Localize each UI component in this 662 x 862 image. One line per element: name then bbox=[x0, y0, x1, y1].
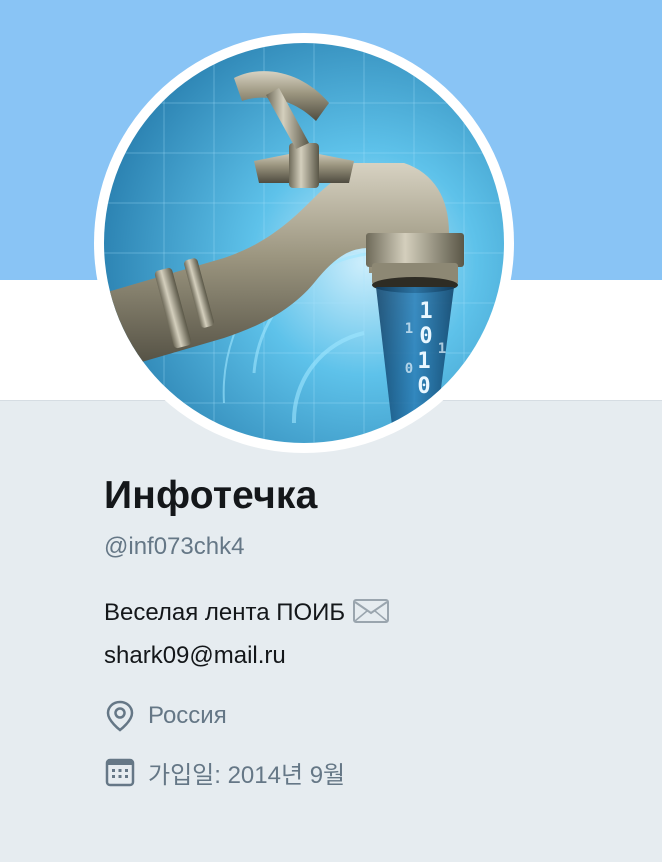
envelope-icon bbox=[353, 596, 390, 636]
bio-text: Веселая лента ПОИБ bbox=[104, 599, 346, 626]
calendar-icon bbox=[104, 756, 136, 788]
avatar-image: 1 0 1 0 1 0 1 0 bbox=[104, 43, 504, 443]
map-pin-icon bbox=[104, 700, 136, 732]
avatar-digit: 0 bbox=[417, 374, 430, 399]
profile-bio: Веселая лента ПОИБ shark09@mail.ru bbox=[104, 593, 624, 676]
avatar-digit: 0 bbox=[405, 361, 413, 377]
avatar-digit: 1 bbox=[438, 341, 446, 357]
location-text: Россия bbox=[148, 702, 227, 729]
avatar[interactable]: 1 0 1 0 1 0 1 0 bbox=[104, 43, 504, 443]
avatar-digit: 0 bbox=[419, 324, 432, 349]
profile-handle[interactable]: @inf073chk4 bbox=[104, 533, 244, 561]
avatar-border: 1 0 1 0 1 0 1 0 bbox=[94, 33, 514, 453]
bio-email-link[interactable]: shark09@mail.ru bbox=[104, 636, 624, 676]
profile-location: Россия bbox=[104, 698, 227, 734]
profile-join-date: 가입일: 2014년 9월 bbox=[104, 754, 345, 790]
join-date-text: 가입일: 2014년 9월 bbox=[148, 761, 346, 789]
avatar-digit: 1 bbox=[419, 299, 432, 324]
avatar-digit: 1 bbox=[405, 321, 413, 337]
bio-line: Веселая лента ПОИБ bbox=[104, 593, 624, 636]
profile-display-name[interactable]: Инфотечка bbox=[104, 474, 318, 518]
avatar-digit: 1 bbox=[417, 349, 430, 374]
